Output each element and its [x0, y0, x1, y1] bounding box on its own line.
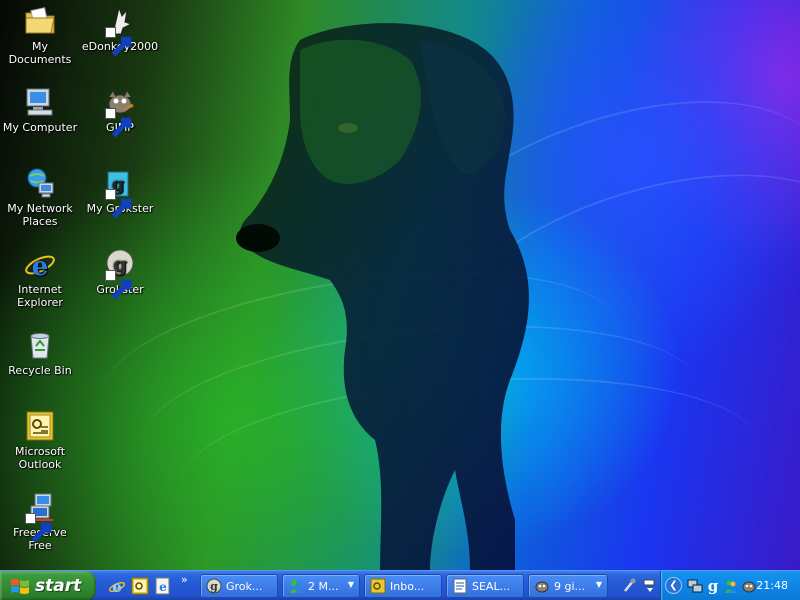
computer-icon	[23, 85, 57, 119]
desktop-icon-recycle-bin[interactable]: Recycle Bin	[0, 328, 80, 377]
svg-text:e: e	[159, 580, 167, 594]
desktop-icon-edonkey2000[interactable]: eDonkey2000	[80, 4, 160, 57]
tray-gimp[interactable]	[741, 578, 757, 594]
desktop-icon-my-grokster[interactable]: g My Grokster	[80, 166, 160, 219]
document-icon	[453, 578, 467, 594]
network-places-icon	[23, 166, 57, 200]
browser-page-icon: e	[155, 577, 170, 595]
system-tray: ❮ g 21:48	[660, 571, 800, 600]
task-label: Grok...	[226, 579, 263, 593]
svg-text:e: e	[112, 578, 122, 595]
svg-text:e: e	[32, 252, 49, 281]
shortcut-arrow-icon	[105, 189, 132, 219]
quicklaunch-outlook[interactable]	[131, 577, 149, 595]
grokster-icon: g	[206, 578, 222, 594]
svg-text:g: g	[708, 578, 719, 594]
tray-network[interactable]	[687, 578, 703, 594]
internet-explorer-icon: e	[108, 578, 126, 595]
task-label: Inbo...	[390, 579, 425, 593]
grokster-icon: g	[708, 578, 719, 594]
grokster-icon: g	[103, 247, 137, 300]
task-label: 2 M...	[308, 579, 339, 593]
desktop-icon-my-documents[interactable]: My Documents	[0, 4, 80, 66]
internet-explorer-icon: e	[23, 247, 57, 281]
desktop-icon-label: My Computer	[2, 121, 78, 134]
language-bar-microphone[interactable]	[620, 577, 638, 595]
group-dropdown-icon: ▼	[595, 580, 602, 589]
taskbar-button-messenger-group[interactable]: 2 M... ▼	[282, 574, 360, 598]
tray-messenger[interactable]	[723, 578, 739, 594]
taskbar: start e e » g Grok... 2 M... ▼ Inbo... S…	[0, 570, 800, 600]
gimp-icon	[535, 581, 549, 593]
task-label: 9 gi...	[554, 579, 586, 593]
group-dropdown-icon: ▼	[347, 580, 354, 589]
language-bar-options[interactable]	[641, 577, 659, 595]
recycle-bin-icon	[23, 328, 57, 362]
outlook-icon	[131, 577, 149, 595]
svg-text:g: g	[210, 580, 218, 593]
desktop-icon-gimp[interactable]: GIMP	[80, 85, 160, 138]
taskbar-button-gimp-group[interactable]: 9 gi... ▼	[528, 574, 608, 598]
desktop-icon-my-network-places[interactable]: My Network Places	[0, 166, 80, 228]
desktop-icon-freeserve-free[interactable]: Freeserve Free	[0, 490, 80, 552]
desktop-icon-label: Recycle Bin	[8, 364, 72, 377]
shortcut-arrow-icon	[105, 270, 132, 300]
start-button[interactable]: start	[0, 571, 96, 600]
folder-documents-icon	[23, 4, 57, 38]
messenger-icon	[725, 580, 737, 593]
desktop-icon-microsoft-outlook[interactable]: Microsoft Outlook	[0, 409, 80, 471]
shortcut-arrow-icon	[25, 513, 52, 543]
quicklaunch-internet-explorer[interactable]: e	[108, 577, 126, 595]
taskbar-button-grokster[interactable]: g Grok...	[200, 574, 278, 598]
gimp-icon	[103, 85, 137, 138]
outlook-icon	[370, 578, 386, 594]
outlook-icon	[23, 409, 57, 443]
quicklaunch-browser[interactable]: e	[154, 577, 172, 595]
desktop-icon-label: Internet Explorer	[17, 283, 63, 309]
my-grokster-icon: g	[103, 166, 137, 219]
shortcut-arrow-icon	[105, 108, 132, 138]
shortcut-arrow-icon	[105, 27, 132, 57]
desktop-icon-my-computer[interactable]: My Computer	[0, 85, 80, 134]
windows-flag-icon	[11, 579, 29, 594]
gimp-icon	[742, 581, 756, 593]
desktop[interactable]: My Documents eDonkey2000 My Computer GIM…	[0, 0, 800, 570]
desktop-icon-grokster[interactable]: g Grokster	[80, 247, 160, 300]
freeserve-icon	[23, 490, 57, 543]
desktop-icon-label: My Documents	[8, 40, 72, 66]
desktop-icon-label: Microsoft Outlook	[14, 445, 66, 471]
tray-grokster[interactable]: g	[705, 578, 721, 594]
taskbar-button-inbox[interactable]: Inbo...	[364, 574, 442, 598]
microphone-icon	[624, 578, 636, 592]
quicklaunch-more-chevron[interactable]: »	[181, 573, 188, 586]
desktop-icon-label: My Network Places	[7, 202, 73, 228]
edonkey-icon	[103, 4, 137, 57]
network-connection-icon	[687, 579, 703, 593]
taskbar-button-seal-document[interactable]: SEAL...	[446, 574, 524, 598]
task-label: SEAL...	[472, 579, 511, 593]
language-bar-icon	[643, 579, 655, 592]
start-label: start	[35, 576, 82, 596]
messenger-icon	[290, 580, 303, 593]
show-hidden-icons-chevron-icon[interactable]: ❮	[665, 577, 682, 594]
desktop-icon-internet-explorer[interactable]: e Internet Explorer	[0, 247, 80, 309]
clock[interactable]: 21:48	[756, 579, 788, 592]
